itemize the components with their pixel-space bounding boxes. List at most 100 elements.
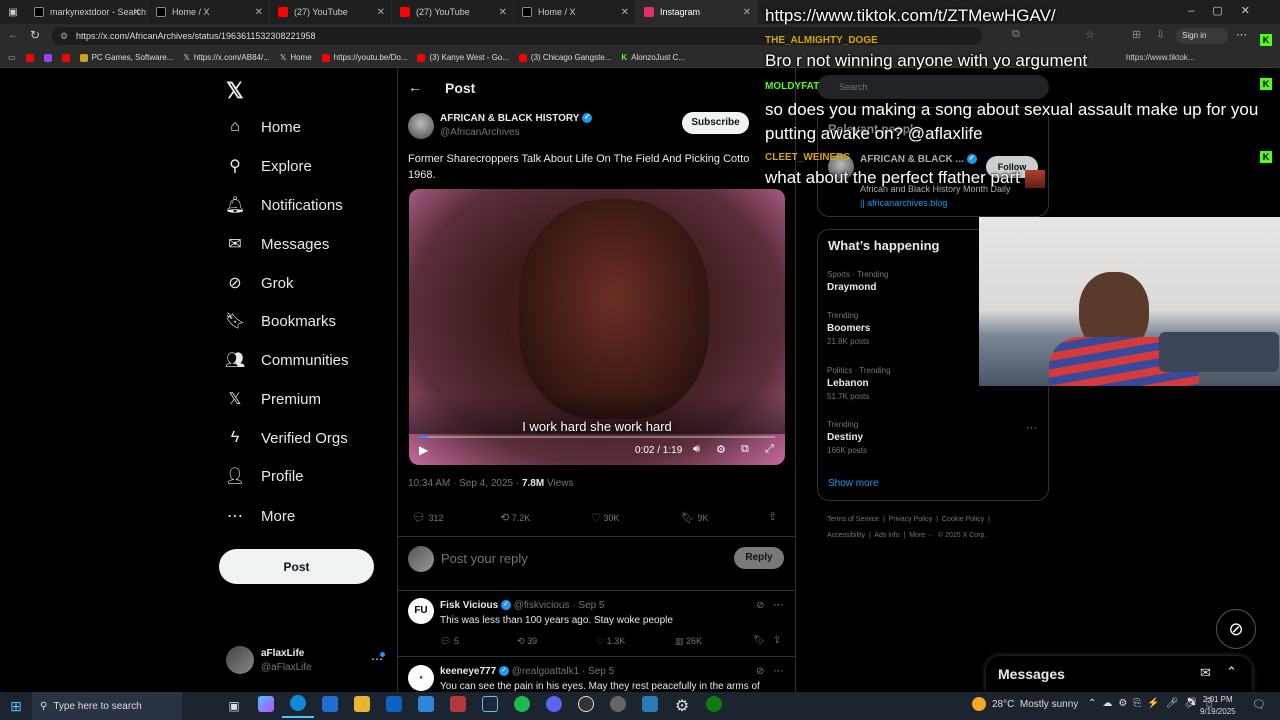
nav-bookmarks[interactable]: 🔖︎ Bookmarks xyxy=(225,309,336,333)
close-tab-icon[interactable]: ✕ xyxy=(621,7,629,18)
search-input[interactable]: Search xyxy=(817,75,1049,99)
x-logo-icon[interactable]: 𝕏 xyxy=(226,78,244,104)
reply-author[interactable]: Fisk Vicious xyxy=(440,600,498,611)
nav-messages[interactable]: ✉ Messages xyxy=(225,232,329,256)
xbox-icon[interactable] xyxy=(698,695,730,717)
share-icon[interactable]: ⇪ xyxy=(773,635,781,646)
app-icon[interactable] xyxy=(410,695,442,717)
subscribe-button[interactable]: Subscribe xyxy=(682,112,749,134)
author-avatar[interactable] xyxy=(408,113,434,139)
app-icon[interactable] xyxy=(634,695,666,717)
reply-avatar[interactable]: FU xyxy=(408,598,434,624)
bookmark-icon[interactable]: 🔖︎ xyxy=(753,635,766,646)
task-view-icon[interactable]: ▣ xyxy=(218,699,250,713)
browser-tab[interactable]: Home / X ✕ xyxy=(514,0,636,24)
obs-icon[interactable] xyxy=(570,695,602,717)
nav-premium[interactable]: 𝕏 Premium xyxy=(225,387,321,411)
refresh-icon[interactable]: ↻ xyxy=(30,28,40,42)
volume-icon[interactable]: 🔊︎ xyxy=(693,443,700,456)
show-more-link[interactable]: Show more xyxy=(828,478,879,489)
browser-tab[interactable]: markynextdoor - Search ✕ xyxy=(26,0,148,24)
settings-icon[interactable]: ⚙ xyxy=(716,443,726,456)
nav-communities[interactable]: 👥︎ Communities xyxy=(225,348,349,372)
repost-action[interactable]: ⟲ 7.2K xyxy=(500,511,530,524)
messages-drawer[interactable]: Messages ✉ ⌃ xyxy=(986,656,1252,692)
nav-more[interactable]: ⋯ More xyxy=(225,504,295,528)
grok-icon[interactable]: ⊘ xyxy=(756,666,764,677)
bookmark-action[interactable]: 🔖︎ 9K xyxy=(681,511,709,524)
new-message-icon[interactable]: ✉ xyxy=(1200,665,1211,681)
reply-input[interactable]: Post your reply xyxy=(441,551,528,566)
reply-button[interactable]: Reply xyxy=(734,547,784,569)
more-icon[interactable]: ⋯ xyxy=(773,664,784,677)
download-icon[interactable]: ⇩ xyxy=(1156,28,1165,41)
author-name-row[interactable]: AFRICAN & BLACK HISTORY ✓ xyxy=(440,113,593,124)
relevant-name-row[interactable]: AFRICAN & BLACK ... ✓ xyxy=(860,154,977,165)
copilot-icon[interactable] xyxy=(250,695,282,717)
bookmarks-icon[interactable]: ▭ xyxy=(8,53,16,62)
nav-explore[interactable]: ⚲ Explore xyxy=(225,154,312,178)
close-tab-icon[interactable]: ✕ xyxy=(255,7,263,18)
video-player[interactable]: I work hard she work hard ▶ 0:02 / 1:19 … xyxy=(409,189,785,465)
reply-author[interactable]: keeneye777 xyxy=(440,666,496,677)
store-icon[interactable] xyxy=(314,695,346,717)
nav-grok[interactable]: ⊘ Grok xyxy=(225,271,293,295)
spotify-icon[interactable] xyxy=(506,695,538,717)
reply-avatar[interactable]: ● xyxy=(408,665,434,691)
pip-icon[interactable]: ⧉ xyxy=(741,443,749,456)
bookmark-item[interactable]: PC Games, Software... xyxy=(79,53,173,62)
extensions-icon[interactable]: ⧉ xyxy=(1012,28,1020,41)
twitch-bookmark-icon[interactable] xyxy=(43,53,52,62)
collections-icon[interactable]: ⊞ xyxy=(1132,28,1141,41)
bookmark-item[interactable]: 𝕏https://x.com/AB84/... xyxy=(183,53,269,62)
fullscreen-icon[interactable]: ⤢ xyxy=(765,443,774,456)
bookmark-item[interactable]: 𝕏 Home xyxy=(280,53,312,62)
close-tab-icon[interactable]: ✕ xyxy=(377,7,385,18)
like-action[interactable]: ♡ 1.3K xyxy=(596,636,625,647)
close-tab-icon[interactable]: ✕ xyxy=(743,7,751,18)
clock[interactable]: 2:01 PM 9/19/2025 xyxy=(1200,694,1236,718)
post-button[interactable]: Post xyxy=(219,549,374,584)
close-tab-icon[interactable]: ✕ xyxy=(133,7,141,18)
trend-more-icon[interactable]: ⋯ xyxy=(1026,421,1037,434)
bookmark-label[interactable]: https://www.tiktok... xyxy=(1126,53,1194,62)
app-icon[interactable] xyxy=(442,695,474,717)
tab-actions-icon[interactable]: ▣ xyxy=(0,0,26,24)
bookmark-item[interactable]: https://youtu.be/Do... xyxy=(321,53,407,62)
outlook-icon[interactable] xyxy=(378,695,410,717)
browser-tab-active[interactable]: Instagram ✕ xyxy=(636,0,758,24)
explorer-icon[interactable] xyxy=(346,695,378,717)
taskbar-search[interactable]: ⚲ Type here to search xyxy=(32,692,182,720)
nav-home[interactable]: ⌂ Home xyxy=(225,115,301,139)
browser-tab[interactable]: Home / X ✕ xyxy=(148,0,270,24)
footer-links[interactable]: Accessibility | Ads info | More ··· © 20… xyxy=(827,532,986,539)
close-tab-icon[interactable]: ✕ xyxy=(499,7,507,18)
nav-notifications[interactable]: 🔔︎ Notifications xyxy=(225,193,343,217)
back-icon[interactable]: ← xyxy=(8,29,19,41)
bookmark-item[interactable]: (3) Kanye West - Go... xyxy=(417,53,509,62)
app-icon[interactable] xyxy=(602,695,634,717)
repost-action[interactable]: ⟲ 39 xyxy=(517,636,537,647)
views-action[interactable]: ▥ 26K xyxy=(675,636,702,647)
nav-verified-orgs[interactable]: ϟ Verified Orgs xyxy=(225,426,348,450)
grok-floating-icon[interactable]: ⊘ xyxy=(1216,609,1256,649)
bookmark-item[interactable]: (3) Chicago Gangste... xyxy=(518,53,611,62)
settings-icon[interactable]: ⚙ xyxy=(666,696,698,716)
expand-icon[interactable]: ⌃ xyxy=(1226,664,1237,680)
reply-action[interactable]: 💬︎ 5 xyxy=(440,636,459,647)
youtube-bookmark-icon[interactable] xyxy=(61,53,70,62)
play-icon[interactable]: ▶ xyxy=(419,443,428,457)
youtube-bookmark-icon[interactable] xyxy=(25,53,34,62)
window-controls[interactable]: –▢✕ xyxy=(1188,4,1268,17)
grok-icon[interactable]: ⊘ xyxy=(756,600,764,611)
more-icon[interactable]: ⋯ xyxy=(773,598,784,611)
reply-action[interactable]: 💬︎ 312 xyxy=(412,511,444,524)
sign-in-button[interactable]: Sign in xyxy=(1176,28,1228,44)
like-action[interactable]: ♡ 30K xyxy=(591,511,619,524)
browser-tab[interactable]: (27) YouTube ✕ xyxy=(270,0,392,24)
site-info-icon[interactable]: ⚙ xyxy=(60,27,68,45)
windows-start-icon[interactable]: ⊞ xyxy=(0,698,32,715)
edge-icon[interactable] xyxy=(282,694,314,718)
share-icon[interactable]: ⇪ xyxy=(768,510,777,523)
weather-widget[interactable]: 28°C Mostly sunny xyxy=(972,697,1078,711)
